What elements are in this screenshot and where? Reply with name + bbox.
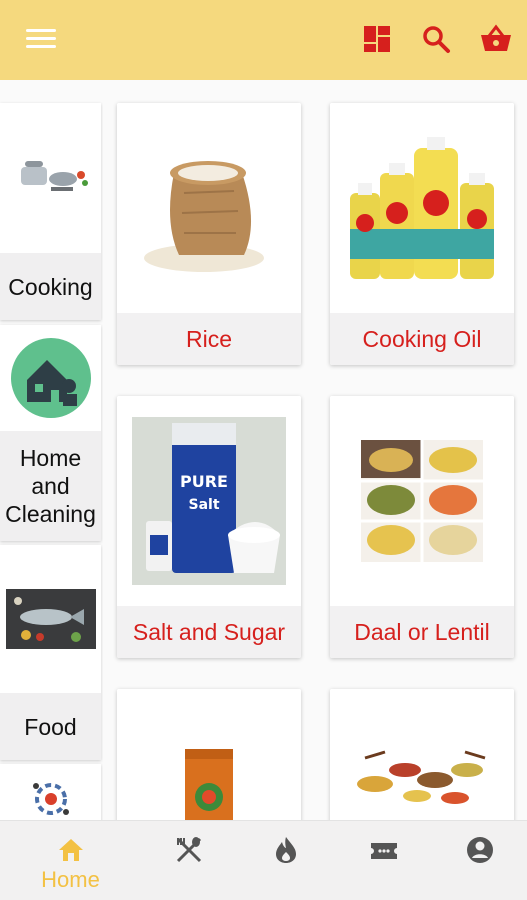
category-food[interactable]: Food: [0, 545, 101, 760]
basket-icon[interactable]: [479, 22, 513, 56]
product-card-cooking-oil[interactable]: Cooking Oil: [330, 103, 514, 365]
category-rail: Cooking Home and Cleaning Food: [0, 100, 103, 820]
utensils-icon: [176, 837, 202, 863]
cookware-image: [0, 103, 101, 253]
nav-home[interactable]: Home: [18, 821, 123, 900]
category-label: Home and Cleaning: [0, 431, 101, 541]
home-cleaning-image: [0, 325, 101, 431]
svg-text:PURE: PURE: [180, 472, 228, 491]
category-home-cleaning[interactable]: Home and Cleaning: [0, 325, 101, 541]
hamburger-icon[interactable]: [26, 26, 56, 50]
oil-bottles-image: [330, 103, 514, 313]
bottom-navigation: Home: [0, 820, 527, 900]
grid-icon[interactable]: [360, 22, 394, 56]
product-card-rice[interactable]: Rice: [117, 103, 301, 365]
category-label: Food: [0, 693, 101, 760]
fish-food-image: [0, 545, 101, 693]
product-name: Cooking Oil: [330, 313, 514, 365]
nav-hot[interactable]: [233, 821, 338, 900]
salt-sugar-image: PURE Salt: [117, 396, 301, 606]
category-label: Cooking: [0, 253, 101, 320]
product-card-daal-lentil[interactable]: Daal or Lentil: [330, 396, 514, 658]
search-icon[interactable]: [419, 22, 453, 56]
nav-label: Home: [41, 867, 100, 892]
svg-text:Salt: Salt: [188, 497, 219, 513]
rice-sack-image: [117, 103, 301, 313]
flame-icon: [276, 837, 296, 863]
nav-menu[interactable]: [136, 821, 241, 900]
product-card-salt-sugar[interactable]: PURE Salt Salt and Sugar: [117, 396, 301, 658]
home-icon: [59, 839, 83, 861]
category-misc[interactable]: [0, 764, 101, 820]
app-bar: [0, 0, 527, 80]
ticket-icon: [371, 843, 397, 859]
nav-account[interactable]: [427, 821, 527, 900]
lentils-image: [330, 396, 514, 606]
account-icon: [467, 837, 493, 863]
category-cooking[interactable]: Cooking: [0, 103, 101, 320]
nav-offers[interactable]: [331, 821, 436, 900]
product-name: Rice: [117, 313, 301, 365]
product-name: Daal or Lentil: [330, 606, 514, 658]
misc-category-image: [0, 764, 101, 820]
product-name: Salt and Sugar: [117, 606, 301, 658]
